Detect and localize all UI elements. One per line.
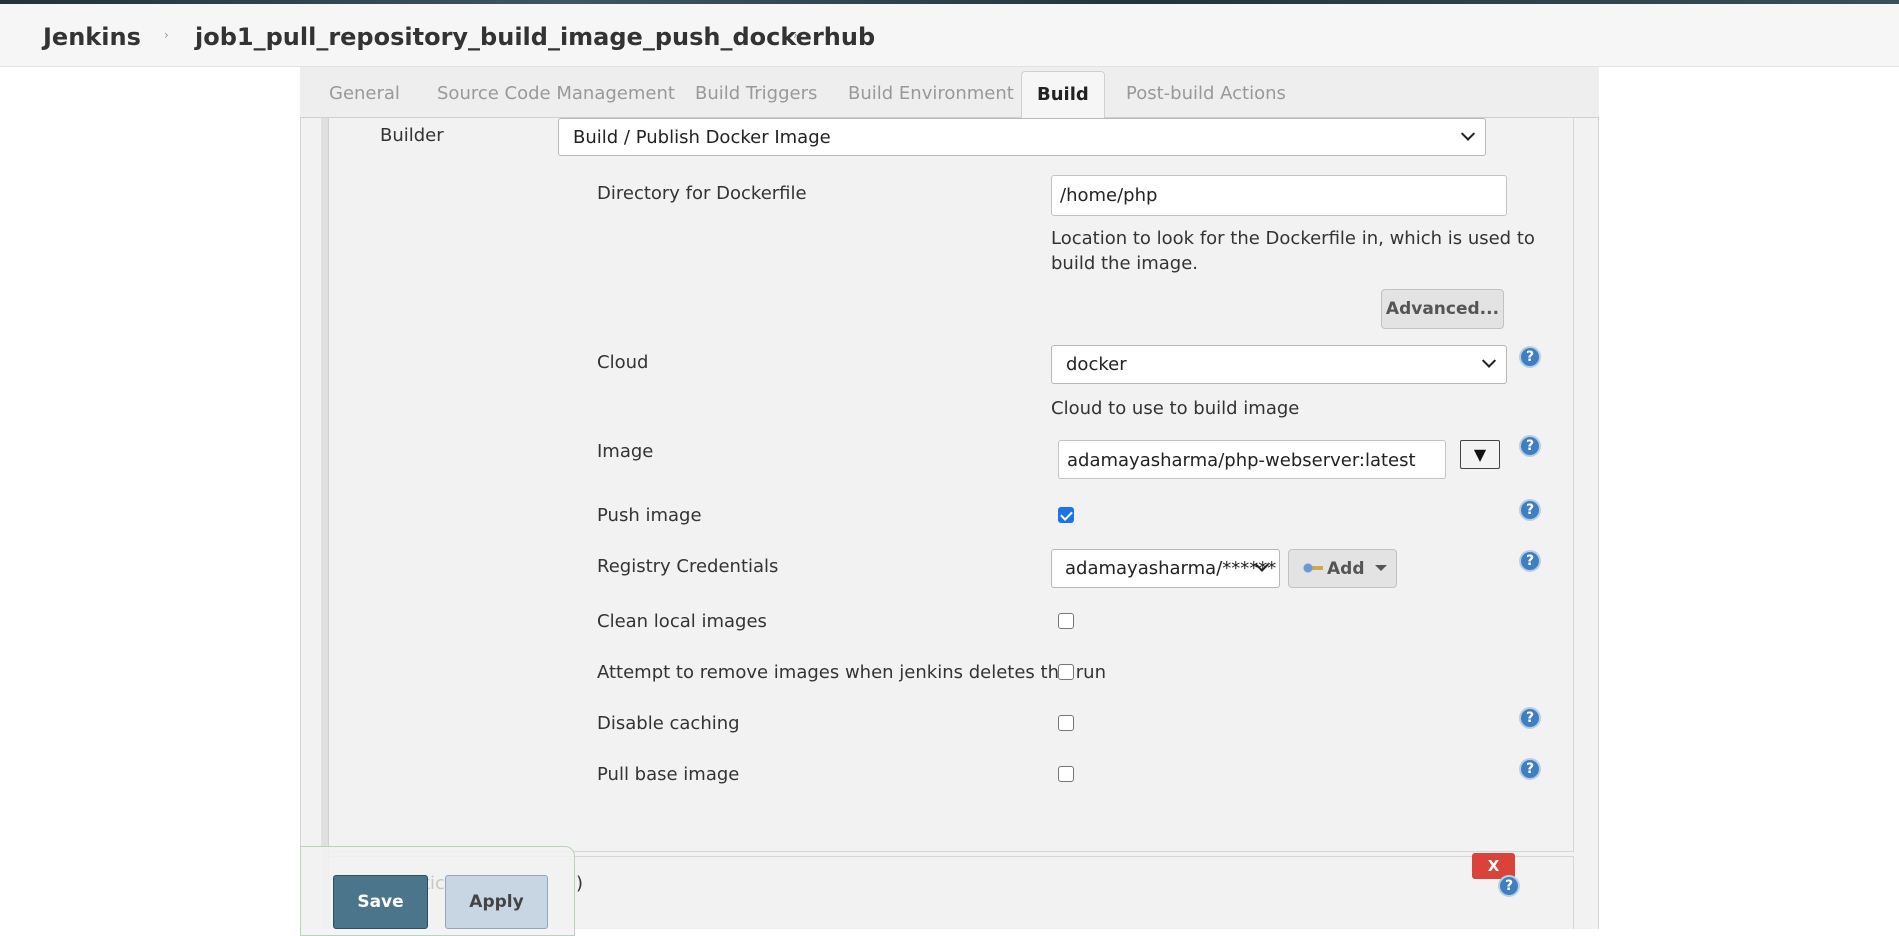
advanced-button[interactable]: Advanced...: [1381, 289, 1504, 329]
help-icon[interactable]: ?: [1498, 875, 1520, 897]
tab-build[interactable]: Build: [1021, 71, 1105, 119]
breadcrumb-job[interactable]: job1_pull_repository_build_image_push_do…: [195, 23, 875, 51]
image-label: Image: [597, 441, 654, 462]
image-value: adamayasharma/php-webserver:latest: [1067, 450, 1416, 471]
help-icon[interactable]: ?: [1519, 499, 1541, 521]
next-step-title-paren: ): [576, 873, 584, 894]
image-input[interactable]: adamayasharma/php-webserver:latest: [1058, 440, 1446, 479]
tab-build-triggers[interactable]: Build Triggers: [695, 83, 817, 104]
help-icon[interactable]: ?: [1519, 707, 1541, 729]
caret-down-icon: [1374, 565, 1387, 571]
registry-credentials-select[interactable]: adamayasharma/******: [1051, 549, 1280, 588]
tab-general[interactable]: General: [329, 83, 400, 104]
tab-source-code-management[interactable]: Source Code Management: [437, 83, 675, 104]
dockerfile-dir-help: Location to look for the Dockerfile in, …: [1051, 226, 1535, 276]
add-credentials-label: Add: [1327, 559, 1365, 579]
save-button[interactable]: Save: [333, 875, 428, 929]
clean-local-images-checkbox[interactable]: [1058, 613, 1074, 629]
remove-on-delete-checkbox[interactable]: [1058, 664, 1074, 680]
dockerfile-dir-input[interactable]: /home/php: [1051, 175, 1507, 216]
disable-caching-label: Disable caching: [597, 713, 740, 734]
help-icon[interactable]: ?: [1519, 435, 1541, 457]
registry-credentials-label: Registry Credentials: [597, 556, 779, 577]
builder-select-value: Build / Publish Docker Image: [573, 127, 831, 148]
builder-label: Builder: [380, 125, 444, 146]
cloud-select[interactable]: docker: [1051, 345, 1507, 384]
cloud-label: Cloud: [597, 352, 649, 373]
tab-post-build-actions[interactable]: Post-build Actions: [1126, 83, 1286, 104]
help-icon[interactable]: ?: [1519, 758, 1541, 780]
disable-caching-checkbox[interactable]: [1058, 715, 1074, 731]
pull-base-image-label: Pull base image: [597, 764, 740, 785]
remove-on-delete-label: Attempt to remove images when jenkins de…: [597, 662, 1106, 683]
add-credentials-button[interactable]: Add: [1288, 549, 1397, 588]
config-tabs: General Source Code Management Build Tri…: [300, 67, 1599, 119]
cloud-select-value: docker: [1066, 354, 1127, 375]
clean-local-images-label: Clean local images: [597, 611, 767, 632]
dockerfile-dir-value: /home/php: [1060, 185, 1158, 206]
dockerfile-dir-label: Directory for Dockerfile: [597, 183, 807, 204]
registry-credentials-value: adamayasharma/******: [1065, 558, 1277, 579]
push-image-checkbox[interactable]: [1058, 507, 1074, 523]
breadcrumb-separator-icon[interactable]: ›: [793, 28, 798, 42]
breadcrumb: Jenkins › job1_pull_repository_build_ima…: [0, 4, 1899, 67]
tab-build-environment[interactable]: Build Environment: [848, 83, 1014, 104]
cloud-help: Cloud to use to build image: [1051, 398, 1300, 419]
apply-button[interactable]: Apply: [445, 875, 548, 929]
breadcrumb-jenkins[interactable]: Jenkins: [43, 23, 141, 51]
help-icon[interactable]: ?: [1519, 346, 1541, 368]
chevron-down-icon: [1481, 353, 1497, 368]
chevron-down-icon: [1460, 126, 1476, 141]
pull-base-image-checkbox[interactable]: [1058, 766, 1074, 782]
dockerfile-dir-help-line: build the image.: [1051, 253, 1199, 274]
builder-select[interactable]: Build / Publish Docker Image: [558, 118, 1486, 156]
dockerfile-dir-help-line: Location to look for the Dockerfile in, …: [1051, 228, 1535, 249]
section-drag-handle[interactable]: [321, 118, 329, 929]
image-dropdown-button[interactable]: ▼: [1460, 440, 1500, 469]
help-icon[interactable]: ?: [1519, 550, 1541, 572]
push-image-label: Push image: [597, 505, 702, 526]
breadcrumb-separator-icon[interactable]: ›: [164, 28, 169, 42]
key-icon: [1303, 563, 1323, 573]
